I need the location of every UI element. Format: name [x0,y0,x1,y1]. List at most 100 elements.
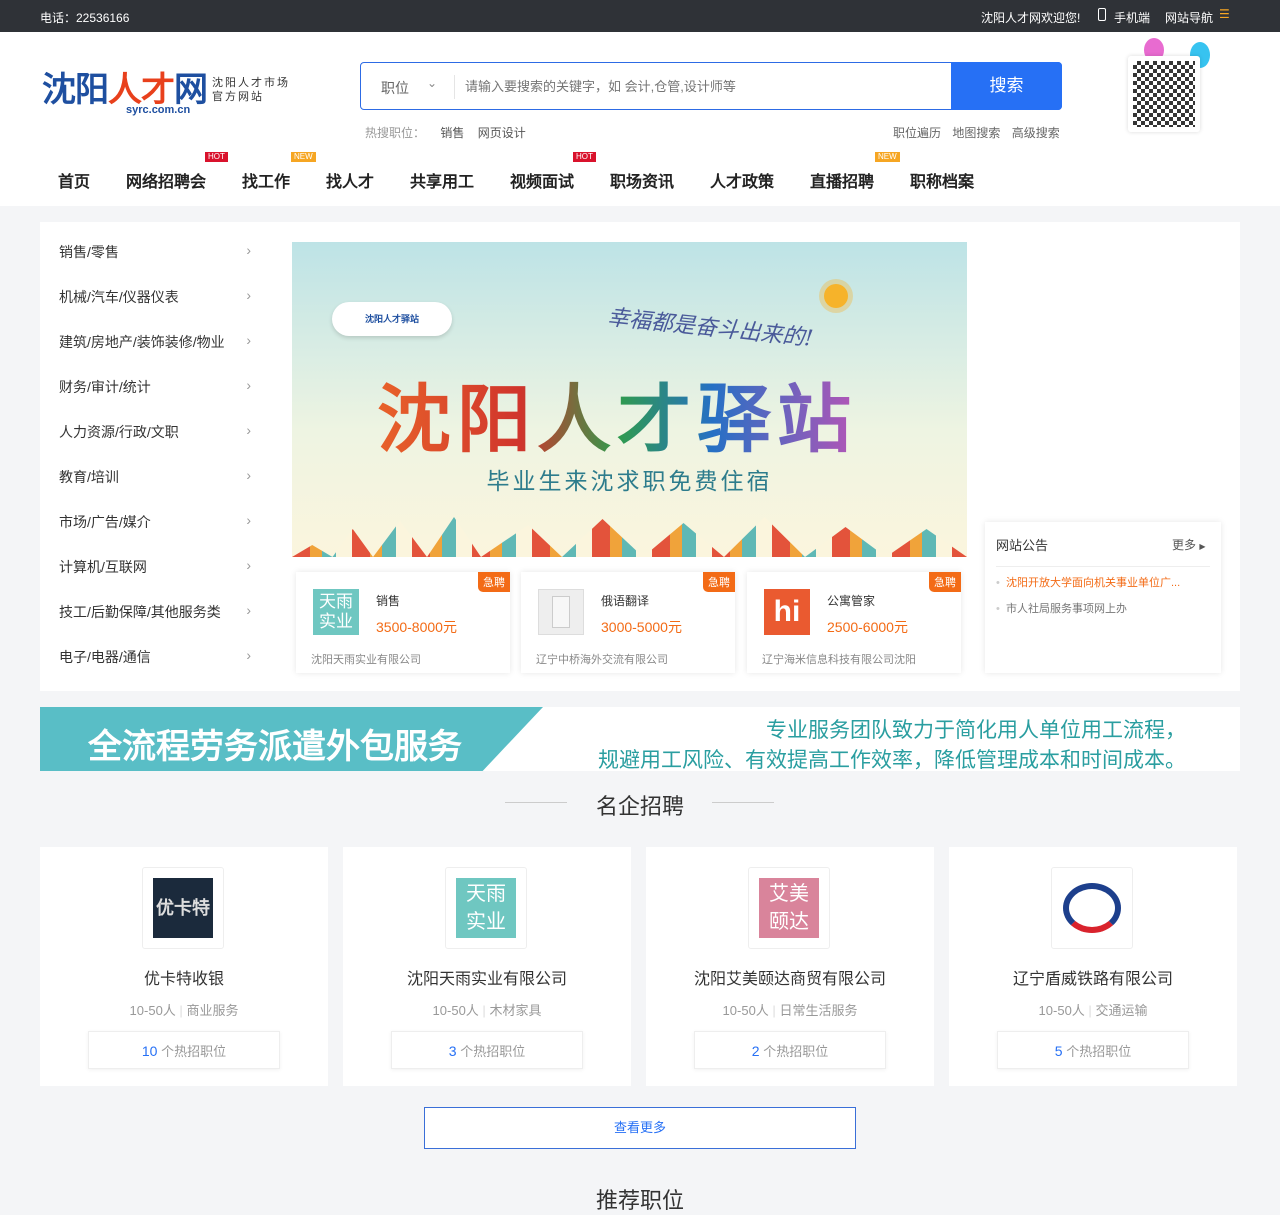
nav-title-archive[interactable]: 职称档案 [910,168,974,192]
nav-home[interactable]: 首页 [58,168,90,192]
view-more-button[interactable]: 查看更多 [424,1107,856,1149]
category-item[interactable]: 技工/后勤保障/其他服务类 › [59,602,251,622]
notice-more-link[interactable]: 更多 ▶ [1172,536,1206,553]
company-size: 10-50人 [432,1003,479,1018]
chevron-right-icon: › [246,557,251,573]
section-title-famous: 名企招聘 [595,794,684,819]
chevron-right-icon: › [246,512,251,528]
category-item[interactable]: 教育/培训 › [59,467,251,487]
job-company[interactable]: 辽宁中桥海外交流有限公司 [536,651,668,667]
chevron-right-icon: › [246,242,251,258]
company-card[interactable]: 优卡特 优卡特收银 10-50人 | 商业服务 10 个热招职位 [40,847,328,1086]
job-company[interactable]: 沈阳天雨实业有限公司 [311,651,421,667]
category-label: 技工/后勤保障/其他服务类 [59,604,221,620]
category-item[interactable]: 建筑/房地产/装饰装修/物业 › [59,332,251,352]
company-name[interactable]: 辽宁盾威铁路有限公司 [949,965,1237,989]
job-count-label: 个热招职位 [161,1044,227,1059]
nav-news[interactable]: 职场资讯 [610,168,674,192]
nav-find-talent[interactable]: 找人才 [326,168,374,192]
section-title-recommended: 推荐职位 [595,1188,684,1213]
hot-jobs-button[interactable]: 3 个热招职位 [391,1031,583,1069]
welcome-text: 沈阳人才网欢迎您! [981,11,1081,25]
category-item[interactable]: 机械/汽车/仪器仪表 › [59,287,251,307]
company-meta: 10-50人 | 交通运输 [1038,1003,1148,1018]
job-count: 5 [1054,1043,1063,1059]
company-name[interactable]: 优卡特收银 [40,965,328,989]
nav-live-recruit[interactable]: 直播招聘 [810,168,874,192]
notice-item-text: 市人社局服务事项网上办 [1005,603,1127,615]
job-count: 2 [751,1043,760,1059]
hot-badge: HOT [205,152,228,162]
more-label: 更多 [1172,538,1197,552]
mobile-link[interactable]: 手机端 [1114,9,1150,26]
company-meta: 10-50人 | 日常生活服务 [722,1003,858,1018]
job-card[interactable]: 急聘 hi 公寓管家 2500-6000元 辽宁海米信息科技有限公司沈阳 [747,572,961,673]
nav-job-fair[interactable]: 网络招聘会 [126,168,206,192]
category-label: 教育/培训 [59,469,119,485]
category-item[interactable]: 电子/电器/通信 › [59,647,251,667]
job-company[interactable]: 辽宁海米信息科技有限公司沈阳 [762,651,916,667]
nav-policy[interactable]: 人才政策 [710,168,774,192]
category-item[interactable]: 计算机/互联网 › [59,557,251,577]
hot-searches: 热搜职位： 销售 网页设计 [365,124,526,141]
chevron-right-icon: › [246,377,251,393]
category-item[interactable]: 销售/零售 › [59,242,251,262]
advanced-search-link[interactable]: 高级搜索 [1012,126,1060,140]
hot-jobs-button[interactable]: 2 个热招职位 [694,1031,886,1069]
company-industry: 交通运输 [1095,1003,1148,1018]
company-logo [1051,867,1133,949]
job-title[interactable]: 俄语翻译 [601,592,649,609]
job-count-label: 个热招职位 [460,1044,526,1059]
notice-title: 网站公告 [996,538,1049,553]
site-nav-link[interactable]: 网站导航 [1165,9,1213,26]
category-label: 财务/审计/统计 [59,379,151,395]
nav-find-job[interactable]: 找工作 [242,168,290,192]
job-count: 3 [448,1043,457,1059]
company-logo: hi [764,589,810,635]
company-logo: 优卡特 [142,867,224,949]
notice-panel: 网站公告 更多 ▶ • 沈阳开放大学面向机关事业单位广... • 市人社局服务事… [985,522,1221,673]
promo-banner[interactable]: 全流程劳务派遣外包服务 专业服务团队致力于简化用人单位用工流程， 规避用工风险、… [40,707,1240,771]
hot-jobs-button[interactable]: 10 个热招职位 [88,1031,280,1069]
search-input[interactable] [465,73,945,99]
category-item[interactable]: 市场/广告/媒介 › [59,512,251,532]
hot-search-link[interactable]: 销售 [440,126,464,140]
banner-slogan: 幸福都是奋斗出来的! [605,305,815,352]
job-card[interactable]: 急聘 俄语翻译 3000-5000元 辽宁中桥海外交流有限公司 [521,572,735,673]
nav-shared-employment[interactable]: 共享用工 [410,168,474,192]
company-name[interactable]: 沈阳艾美颐达商贸有限公司 [646,965,934,989]
job-card[interactable]: 急聘 天雨实业 销售 3500-8000元 沈阳天雨实业有限公司 [296,572,510,673]
building-icon [538,589,584,635]
notice-item[interactable]: • 沈阳开放大学面向机关事业单位广... [996,574,1180,590]
position-browse-link[interactable]: 职位遍历 [893,126,941,140]
job-salary: 3000-5000元 [601,619,682,635]
company-meta: 10-50人 | 商业服务 [129,1003,239,1018]
banner-title: 沈阳人才驿站 [377,360,857,467]
search-links: 职位遍历 地图搜索 高级搜索 [893,124,1060,141]
hot-search-link[interactable]: 网页设计 [478,126,526,140]
company-logo: 天雨实业 [313,589,359,635]
promo-line-1: 专业服务团队致力于简化用人单位用工流程， [766,719,1186,742]
company-logo: 艾美颐达 [748,867,830,949]
company-name[interactable]: 沈阳天雨实业有限公司 [343,965,631,989]
city-skyline [292,517,967,557]
qr-decoration [1108,38,1233,133]
category-item[interactable]: 人力资源/行政/文职 › [59,422,251,442]
chevron-right-icon: › [246,602,251,618]
company-card[interactable]: 天雨实业 沈阳天雨实业有限公司 10-50人 | 木材家具 3 个热招职位 [343,847,631,1086]
company-card[interactable]: 辽宁盾威铁路有限公司 10-50人 | 交通运输 5 个热招职位 [949,847,1237,1086]
notice-item[interactable]: • 市人社局服务事项网上办 [996,600,1127,616]
chevron-right-icon: › [246,287,251,303]
company-card[interactable]: 艾美颐达 沈阳艾美颐达商贸有限公司 10-50人 | 日常生活服务 2 个热招职… [646,847,934,1086]
divider [996,566,1210,567]
hot-jobs-button[interactable]: 5 个热招职位 [997,1031,1189,1069]
search-type-select[interactable]: 职位 [381,78,409,98]
category-item[interactable]: 财务/审计/统计 › [59,377,251,397]
job-title[interactable]: 销售 [376,592,400,609]
hero-banner[interactable]: 沈阳人才驿站 幸福都是奋斗出来的! 沈阳人才驿站 毕业生来沈求职免费住宿 [292,242,967,557]
job-title[interactable]: 公寓管家 [827,592,875,609]
search-button[interactable]: 搜索 [951,62,1062,110]
map-search-link[interactable]: 地图搜索 [952,126,1000,140]
nav-video-interview[interactable]: 视频面试 [510,168,574,192]
logo-text: 优卡特 [153,878,213,938]
